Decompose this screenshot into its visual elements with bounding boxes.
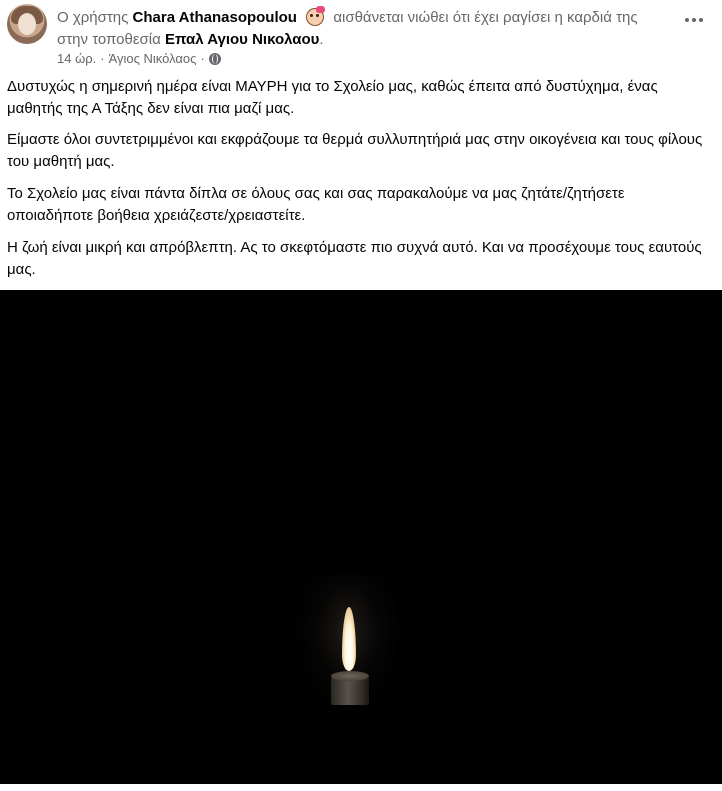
candle-top	[331, 671, 369, 681]
more-options-icon[interactable]	[678, 8, 710, 32]
post-headline: Ο χρήστης Chara Athanasopoulou αισθάνετα…	[57, 6, 672, 51]
post-body: Δυστυχώς η σημερινή ημέρα είναι ΜΑΥΡΗ γι…	[7, 76, 707, 291]
bottom-divider	[0, 784, 722, 791]
meta-separator-2: ·	[200, 51, 205, 66]
post-meta: 14 ώρ. · Άγιος Νικόλαος ·	[57, 50, 221, 68]
avatar-face	[18, 13, 36, 35]
post-time-link[interactable]: 14 ώρ.	[57, 50, 96, 68]
globe-icon[interactable]	[208, 53, 221, 65]
author-name-link[interactable]: Chara Athanasopoulou	[133, 9, 297, 26]
post-paragraph: Η ζωή είναι μικρή και απρόβλεπτη. Ας το …	[7, 239, 702, 278]
post-place-link[interactable]: Άγιος Νικόλαος	[109, 50, 197, 68]
headline-prefix: Ο χρήστης	[57, 9, 129, 26]
post-paragraph: Δυστυχώς η σημερινή ημέρα είναι ΜΑΥΡΗ γι…	[7, 78, 658, 117]
meta-separator: ·	[100, 51, 105, 66]
heartbroken-sticker-icon	[304, 6, 326, 26]
post-paragraph: Το Σχολείο μας είναι πάντα δίπλα σε όλου…	[7, 185, 625, 224]
post-paragraph: Είμαστε όλοι συντετριμμένοι και εκφράζου…	[7, 131, 703, 170]
post-header: Ο χρήστης Chara Athanasopoulou αισθάνετα…	[0, 0, 722, 72]
author-avatar[interactable]	[7, 4, 47, 44]
headline-end: .	[319, 31, 324, 48]
location-link[interactable]: Επαλ Αγιου Νικολαου	[165, 31, 319, 48]
